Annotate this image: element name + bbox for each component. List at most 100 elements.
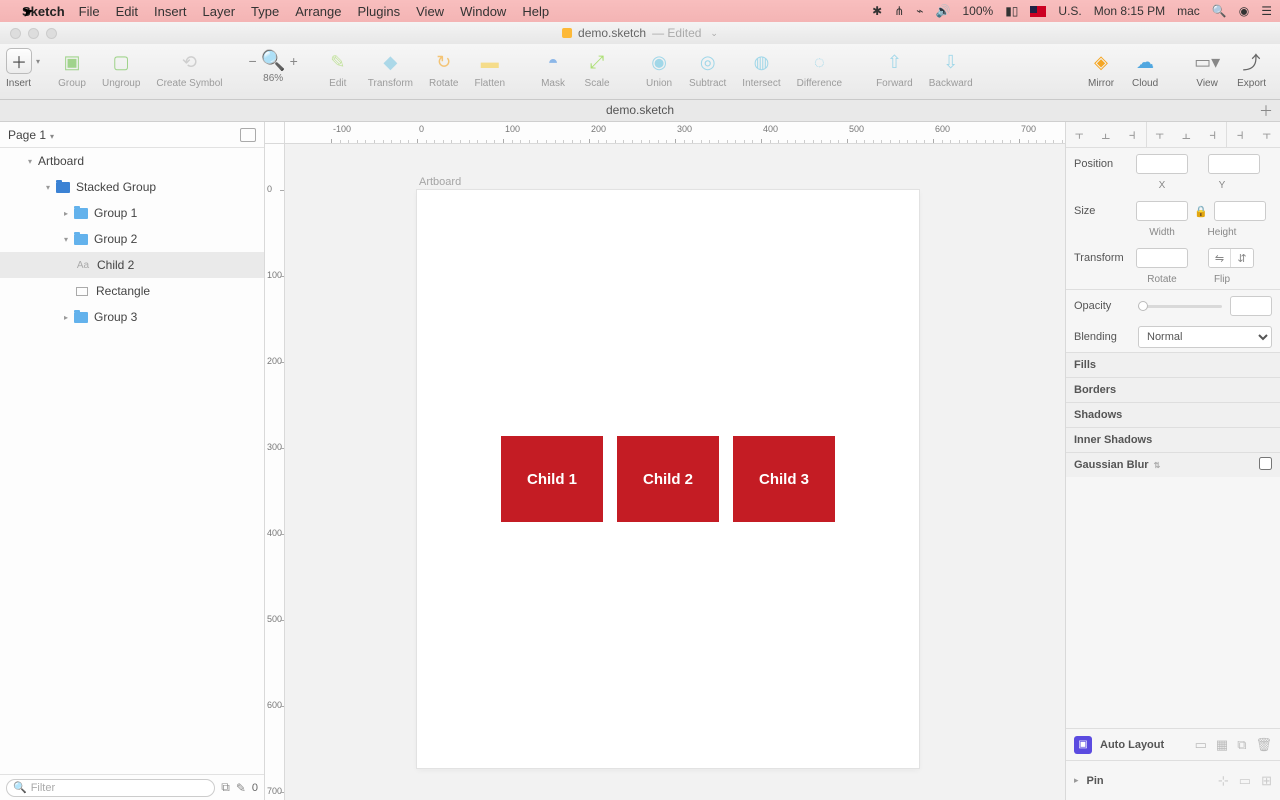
al-grid-icon[interactable]: ▦ bbox=[1216, 737, 1228, 753]
layer-child-2[interactable]: AaChild 2 bbox=[0, 252, 264, 278]
forward-button[interactable]: ⇧Forward bbox=[876, 48, 913, 89]
canvas-child-3[interactable]: Child 3 bbox=[733, 436, 835, 522]
subtract-button[interactable]: ◎Subtract bbox=[689, 48, 726, 89]
evernote-icon[interactable]: ✱ bbox=[872, 4, 882, 18]
width-input[interactable] bbox=[1136, 201, 1188, 221]
blending-select[interactable]: Normal bbox=[1138, 326, 1272, 348]
intersect-button[interactable]: ◍Intersect bbox=[742, 48, 780, 89]
user-name[interactable]: mac bbox=[1177, 4, 1200, 18]
siri-icon[interactable]: ◉ bbox=[1239, 4, 1249, 18]
menu-type[interactable]: Type bbox=[251, 4, 279, 19]
pages-panel-icon[interactable] bbox=[240, 128, 256, 142]
rotate-input[interactable] bbox=[1136, 248, 1188, 268]
align-left-button[interactable]: ⫟ bbox=[1066, 122, 1093, 147]
position-y-input[interactable] bbox=[1208, 154, 1260, 174]
battery-icon[interactable]: ▮▯ bbox=[1005, 4, 1018, 18]
flip-h-icon[interactable]: ⇋ bbox=[1209, 249, 1231, 267]
filter-slice-icon[interactable]: ✎ bbox=[236, 781, 246, 795]
disclosure-open-icon[interactable]: ▾ bbox=[42, 183, 54, 192]
cloud-button[interactable]: ☁Cloud bbox=[1131, 48, 1159, 89]
pin-size-icon[interactable]: ⊞ bbox=[1261, 773, 1272, 789]
menu-plugins[interactable]: Plugins bbox=[357, 4, 400, 19]
flip-v-icon[interactable]: ⇵ bbox=[1231, 249, 1253, 267]
canvas-area[interactable]: -1000100200300400500600700 0100200300400… bbox=[265, 122, 1065, 800]
filter-hidden-icon[interactable]: ⧉ bbox=[221, 780, 230, 795]
view-button[interactable]: ▭▾View bbox=[1193, 48, 1221, 89]
fills-section[interactable]: Fills bbox=[1066, 352, 1280, 377]
insert-button[interactable]: ＋ bbox=[6, 48, 32, 74]
canvas-child-2[interactable]: Child 2 bbox=[617, 436, 719, 522]
inner-shadows-section[interactable]: Inner Shadows bbox=[1066, 427, 1280, 452]
lock-aspect-icon[interactable]: 🔒 bbox=[1194, 205, 1208, 218]
layer-group-3[interactable]: ▸Group 3 bbox=[0, 304, 264, 330]
mask-button[interactable]: ◓Mask bbox=[539, 48, 567, 89]
union-button[interactable]: ◉Union bbox=[645, 48, 673, 89]
menu-view[interactable]: View bbox=[416, 4, 444, 19]
gaussian-blur-section[interactable]: Gaussian Blur⇅ bbox=[1066, 452, 1280, 477]
gaussian-blur-toggle[interactable] bbox=[1259, 457, 1272, 470]
artboard[interactable]: Child 1 Child 2 Child 3 bbox=[417, 190, 919, 768]
group-button[interactable]: ▣Group bbox=[58, 48, 86, 89]
input-locale[interactable]: U.S. bbox=[1058, 4, 1081, 18]
scale-button[interactable]: ⤢Scale bbox=[583, 48, 611, 89]
disclosure-open-icon[interactable]: ▾ bbox=[60, 235, 72, 244]
opacity-slider[interactable] bbox=[1138, 305, 1222, 308]
edit-button[interactable]: ✎Edit bbox=[324, 48, 352, 89]
canvas[interactable]: Artboard Child 1 Child 2 Child 3 bbox=[285, 144, 1065, 800]
new-tab-button[interactable]: ＋ bbox=[1256, 101, 1276, 121]
transform-button[interactable]: ◆Transform bbox=[368, 48, 413, 89]
layer-filter-input[interactable]: 🔍Filter bbox=[6, 779, 215, 797]
canvas-child-1[interactable]: Child 1 bbox=[501, 436, 603, 522]
al-devices-icon[interactable]: ⧉ bbox=[1237, 737, 1246, 753]
opacity-input[interactable] bbox=[1230, 296, 1272, 316]
disclosure-open-icon[interactable]: ▾ bbox=[24, 157, 36, 166]
create-symbol-button[interactable]: ⟲Create Symbol bbox=[156, 48, 222, 89]
spotlight-icon[interactable]: 🔍 bbox=[1212, 4, 1227, 18]
layer-artboard[interactable]: ▾Artboard bbox=[0, 148, 264, 174]
menu-insert[interactable]: Insert bbox=[154, 4, 187, 19]
flatten-button[interactable]: ▬Flatten bbox=[474, 48, 505, 89]
traffic-lights[interactable] bbox=[0, 28, 57, 39]
height-input[interactable] bbox=[1214, 201, 1266, 221]
pages-selector[interactable]: Page 1▾ bbox=[0, 122, 264, 148]
distribute-h-button[interactable]: ⫞ bbox=[1227, 122, 1254, 147]
al-trash-icon[interactable]: 🗑 bbox=[1255, 737, 1272, 753]
pin-config-icon[interactable]: ⊹ bbox=[1218, 773, 1229, 789]
zoom-in-button[interactable]: + bbox=[290, 53, 298, 69]
app-menu[interactable]: Sketch bbox=[22, 4, 65, 19]
ruler-origin[interactable] bbox=[265, 122, 285, 144]
flip-buttons[interactable]: ⇋⇵ bbox=[1208, 248, 1254, 268]
rotate-button[interactable]: ↻Rotate bbox=[429, 48, 458, 89]
ungroup-button[interactable]: ▢Ungroup bbox=[102, 48, 140, 89]
bluetooth-icon[interactable]: ⌁ bbox=[916, 4, 923, 18]
layer-group-2[interactable]: ▾Group 2 bbox=[0, 226, 264, 252]
ruler-vertical[interactable]: 0100200300400500600700 bbox=[265, 144, 285, 800]
shadows-section[interactable]: Shadows bbox=[1066, 402, 1280, 427]
layer-rectangle[interactable]: Rectangle bbox=[0, 278, 264, 304]
mirror-button[interactable]: ◈Mirror bbox=[1087, 48, 1115, 89]
align-bottom-button[interactable]: ⫞ bbox=[1200, 122, 1227, 147]
align-top-button[interactable]: ⫟ bbox=[1147, 122, 1174, 147]
artboard-label[interactable]: Artboard bbox=[419, 176, 461, 188]
tab-active[interactable]: demo.sketch bbox=[592, 100, 688, 121]
menu-arrange[interactable]: Arrange bbox=[295, 4, 341, 19]
difference-button[interactable]: ◌Difference bbox=[797, 48, 842, 89]
align-right-button[interactable]: ⫞ bbox=[1119, 122, 1146, 147]
position-x-input[interactable] bbox=[1136, 154, 1188, 174]
align-vcenter-button[interactable]: ⫠ bbox=[1173, 122, 1200, 147]
ruler-horizontal[interactable]: -1000100200300400500600700 bbox=[285, 122, 1065, 144]
disclosure-closed-icon[interactable]: ▸ bbox=[60, 313, 72, 322]
flag-icon[interactable] bbox=[1030, 6, 1046, 17]
backward-button[interactable]: ⇩Backward bbox=[929, 48, 973, 89]
wifi-icon[interactable]: ⋔ bbox=[894, 4, 904, 18]
volume-icon[interactable]: 🔊 bbox=[936, 4, 951, 18]
layer-stacked-group[interactable]: ▾Stacked Group bbox=[0, 174, 264, 200]
distribute-v-button[interactable]: ⫟ bbox=[1254, 122, 1280, 147]
al-folder-icon[interactable]: ▭ bbox=[1195, 737, 1207, 753]
chevron-down-icon[interactable]: ▾ bbox=[36, 57, 40, 66]
menu-help[interactable]: Help bbox=[522, 4, 549, 19]
borders-section[interactable]: Borders bbox=[1066, 377, 1280, 402]
export-button[interactable]: ⤴Export bbox=[1237, 48, 1266, 89]
clock[interactable]: Mon 8:15 PM bbox=[1094, 4, 1165, 18]
notification-center-icon[interactable]: ☰ bbox=[1261, 4, 1272, 18]
